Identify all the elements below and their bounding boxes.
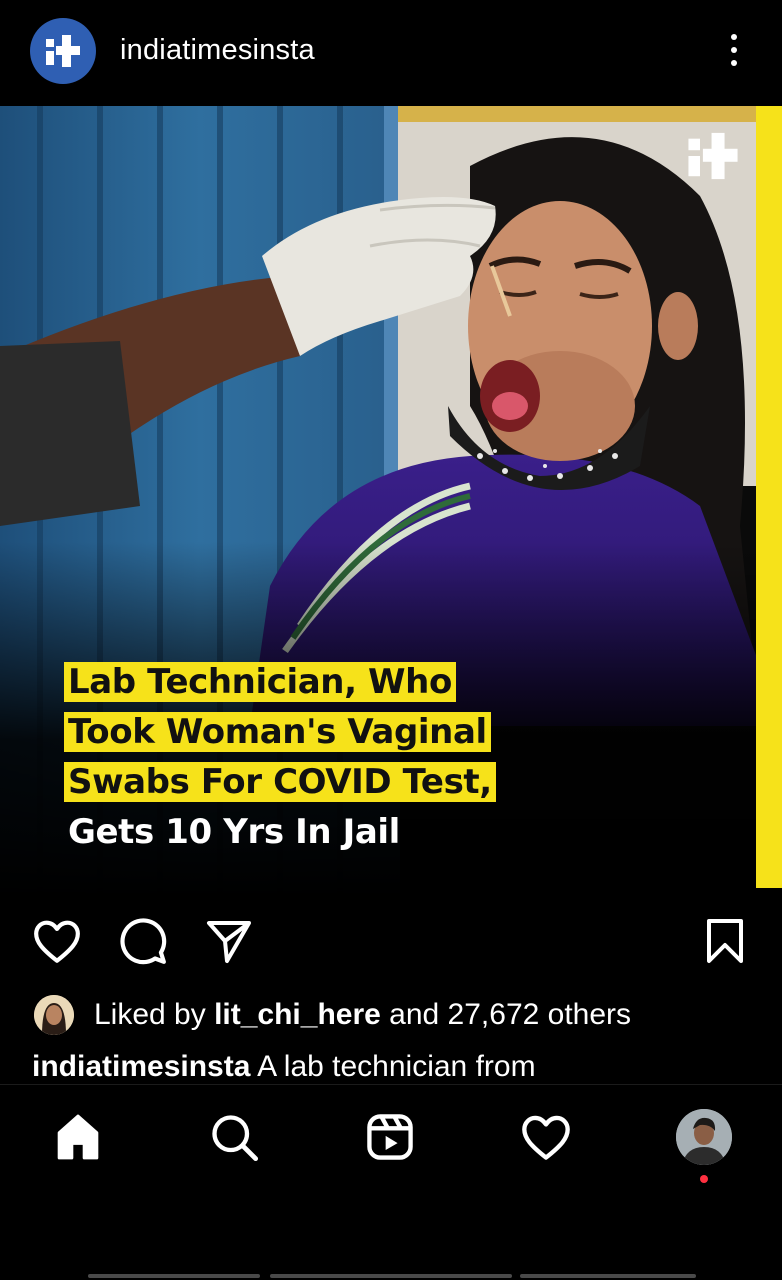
heart-icon: [34, 920, 80, 963]
comment-button[interactable]: [116, 914, 170, 968]
nav-reels[interactable]: [360, 1107, 420, 1167]
search-icon: [212, 1115, 259, 1162]
save-button[interactable]: [698, 914, 752, 968]
caption-text: A lab technician from: [250, 1050, 536, 1083]
notification-dot: [700, 1175, 708, 1183]
liker-username[interactable]: lit_chi_here: [214, 998, 381, 1032]
post-header: indiatimesinsta: [0, 0, 782, 106]
reels-icon: [367, 1114, 413, 1160]
bookmark-icon: [707, 919, 743, 963]
account-username[interactable]: indiatimesinsta: [120, 34, 315, 67]
likes-count[interactable]: and 27,672 others: [381, 998, 631, 1032]
nav-profile[interactable]: [674, 1107, 734, 1167]
liker-avatar[interactable]: [34, 995, 74, 1035]
home-icon: [57, 1114, 99, 1160]
nav-activity[interactable]: [516, 1107, 576, 1167]
caption-username[interactable]: indiatimesinsta: [32, 1050, 250, 1083]
headline-line: Lab Technician, Who: [64, 658, 584, 708]
post-headline: Lab Technician, Who Took Woman's Vaginal…: [64, 658, 584, 858]
headline-line: Took Woman's Vaginal: [64, 708, 584, 758]
post-caption[interactable]: indiatimesinsta A lab technician from: [32, 1050, 536, 1084]
post-action-bar: [0, 906, 782, 976]
account-avatar[interactable]: [30, 18, 96, 84]
heart-outline-icon: [522, 1115, 570, 1160]
likes-prefix: Liked by: [94, 998, 215, 1031]
likes-row[interactable]: Liked by lit_chi_here and 27,672 others: [34, 994, 631, 1036]
bottom-navigation: [0, 1084, 782, 1280]
share-button[interactable]: [202, 914, 256, 968]
headline-line: Gets 10 Yrs In Jail: [68, 812, 400, 852]
more-options-icon[interactable]: [722, 30, 746, 70]
profile-avatar[interactable]: [676, 1109, 732, 1165]
system-gesture-bar: [520, 1274, 696, 1278]
indiatimes-watermark-icon: [688, 132, 738, 180]
nav-search[interactable]: [204, 1107, 264, 1167]
system-gesture-bar: [88, 1274, 260, 1278]
accent-bar: [756, 106, 782, 888]
send-icon: [207, 921, 251, 963]
system-gesture-bar: [270, 1274, 512, 1278]
comment-icon: [120, 918, 167, 965]
indiatimes-plus-logo-icon: [46, 35, 80, 67]
headline-line: Swabs For COVID Test,: [64, 758, 584, 808]
post-image[interactable]: Lab Technician, Who Took Woman's Vaginal…: [0, 106, 782, 898]
nav-home[interactable]: [48, 1107, 108, 1167]
like-button[interactable]: [30, 914, 84, 968]
